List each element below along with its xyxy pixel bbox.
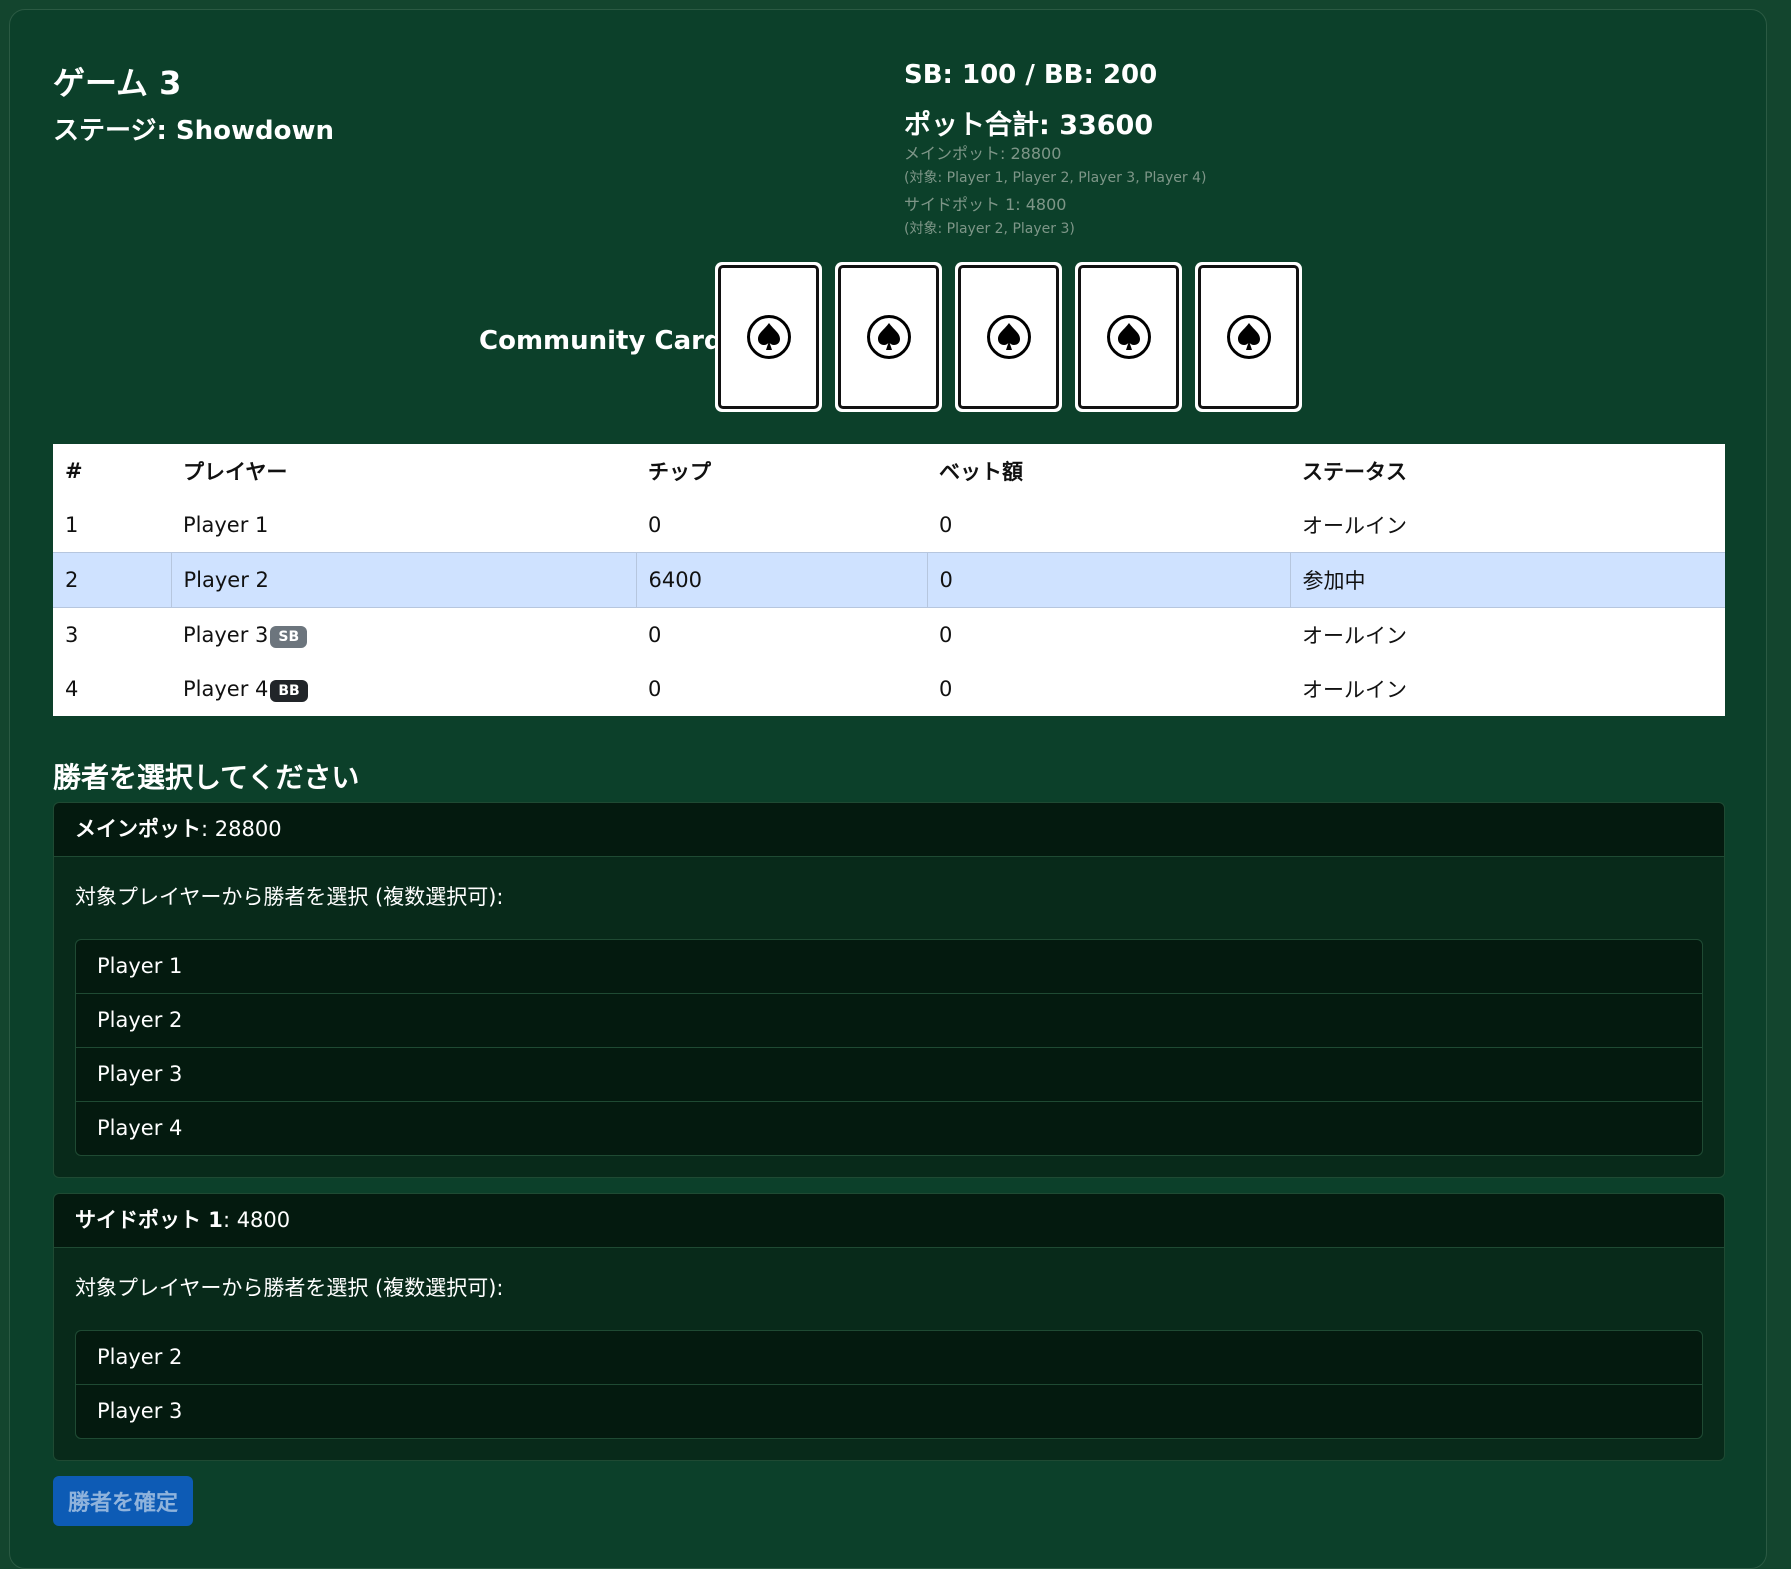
row-number: 1 bbox=[65, 513, 79, 537]
row-bet: 0 bbox=[939, 623, 953, 647]
spade-icon bbox=[986, 315, 1031, 359]
spade-icon bbox=[746, 315, 791, 359]
row-chips: 6400 bbox=[635, 552, 927, 608]
table-header-row: # プレイヤー チップ ベット額 ステータス bbox=[53, 444, 1725, 498]
row-number: 3 bbox=[65, 623, 79, 647]
side-pot-eligible: (対象: Player 2, Player 3) bbox=[904, 221, 1075, 237]
confirm-winner-button[interactable]: 勝者を確定 bbox=[53, 1476, 193, 1526]
game-stage: ステージ: Showdown bbox=[53, 116, 335, 146]
spade-icon bbox=[866, 315, 911, 359]
row-number: 4 bbox=[65, 677, 79, 701]
row-player-name: Player 3 bbox=[183, 622, 269, 647]
pot-instruction: 対象プレイヤーから勝者を選択 (複数選択可): bbox=[75, 885, 504, 909]
pot-name: サイドポット 1 bbox=[75, 1208, 223, 1232]
winner-option-player-3[interactable]: Player 3 bbox=[76, 1384, 1702, 1438]
table-row: 1 Player 1 0 0 オールイン bbox=[53, 498, 1725, 553]
side-pot-card: サイドポット 1: 4800 対象プレイヤーから勝者を選択 (複数選択可): P… bbox=[53, 1193, 1725, 1461]
row-number: 2 bbox=[53, 552, 171, 608]
pot-amount: : 4800 bbox=[222, 1208, 291, 1232]
big-blind-badge: BB bbox=[270, 679, 308, 702]
row-status: 参加中 bbox=[1289, 552, 1725, 608]
community-card-1 bbox=[715, 262, 822, 412]
table-row: 4 Player 4 BB 0 0 オールイン bbox=[53, 662, 1725, 716]
row-player-name: Player 2 bbox=[170, 552, 636, 608]
community-card-2 bbox=[835, 262, 942, 412]
row-player-name: Player 1 bbox=[183, 513, 269, 537]
winner-option-player-4[interactable]: Player 4 bbox=[76, 1101, 1702, 1155]
header-status: ステータス bbox=[1302, 460, 1407, 484]
row-bet: 0 bbox=[939, 513, 953, 537]
row-bet: 0 bbox=[926, 552, 1290, 608]
main-pot-card: メインポット: 28800 対象プレイヤーから勝者を選択 (複数選択可): Pl… bbox=[53, 802, 1725, 1178]
row-status: オールイン bbox=[1302, 514, 1407, 538]
community-card-3 bbox=[955, 262, 1062, 412]
community-cards-label: Community Cards: bbox=[479, 326, 749, 356]
row-chips: 0 bbox=[648, 623, 662, 647]
row-chips: 0 bbox=[648, 513, 662, 537]
row-bet: 0 bbox=[939, 677, 953, 701]
row-player-cell: Player 3 SB bbox=[171, 608, 636, 663]
game-title: ゲーム 3 bbox=[53, 64, 182, 102]
pot-instruction: 対象プレイヤーから勝者を選択 (複数選択可): bbox=[75, 1276, 504, 1300]
header-chips: チップ bbox=[648, 460, 711, 484]
row-status: オールイン bbox=[1302, 624, 1407, 648]
winner-option-list: Player 1 Player 2 Player 3 Player 4 bbox=[75, 939, 1703, 1156]
community-cards: Community Cards: bbox=[53, 262, 1725, 422]
table-row-active: 2 Player 2 6400 0 参加中 bbox=[53, 552, 1725, 608]
row-status: オールイン bbox=[1302, 678, 1407, 702]
blinds-info: SB: 100 / BB: 200 bbox=[904, 60, 1158, 90]
row-player-cell: Player 4 BB bbox=[171, 662, 636, 716]
spade-icon bbox=[1106, 315, 1151, 359]
header-player: プレイヤー bbox=[183, 460, 288, 484]
row-chips: 0 bbox=[648, 677, 662, 701]
main-pot-eligible: (対象: Player 1, Player 2, Player 3, Playe… bbox=[904, 170, 1207, 186]
winner-option-player-1[interactable]: Player 1 bbox=[76, 940, 1702, 993]
game-panel: ゲーム 3 ステージ: Showdown SB: 100 / BB: 200 ポ… bbox=[9, 9, 1767, 1569]
row-player-name: Player 4 bbox=[183, 676, 269, 701]
winner-option-player-3[interactable]: Player 3 bbox=[76, 1047, 1702, 1101]
winner-option-list: Player 2 Player 3 bbox=[75, 1330, 1703, 1439]
pot-amount: : 28800 bbox=[201, 817, 282, 841]
header-number: # bbox=[65, 459, 83, 483]
players-table: # プレイヤー チップ ベット額 ステータス 1 Player 1 0 0 オー… bbox=[53, 444, 1725, 716]
winner-option-player-2[interactable]: Player 2 bbox=[76, 1331, 1702, 1384]
pot-total: ポット合計: 33600 bbox=[904, 110, 1154, 141]
community-card-5 bbox=[1195, 262, 1302, 412]
select-winner-heading: 勝者を選択してください bbox=[53, 761, 360, 794]
spade-icon bbox=[1226, 315, 1271, 359]
small-blind-badge: SB bbox=[270, 625, 308, 648]
header-bet: ベット額 bbox=[939, 460, 1023, 484]
main-pot-header: メインポット: 28800 bbox=[54, 803, 1724, 857]
table-row: 3 Player 3 SB 0 0 オールイン bbox=[53, 608, 1725, 663]
winner-option-player-2[interactable]: Player 2 bbox=[76, 993, 1702, 1047]
community-card-4 bbox=[1075, 262, 1182, 412]
pot-name: メインポット bbox=[75, 817, 201, 841]
side-pot-header: サイドポット 1: 4800 bbox=[54, 1194, 1724, 1248]
main-pot-detail: メインポット: 28800 bbox=[904, 144, 1062, 163]
side-pot-detail: サイドポット 1: 4800 bbox=[904, 195, 1067, 214]
